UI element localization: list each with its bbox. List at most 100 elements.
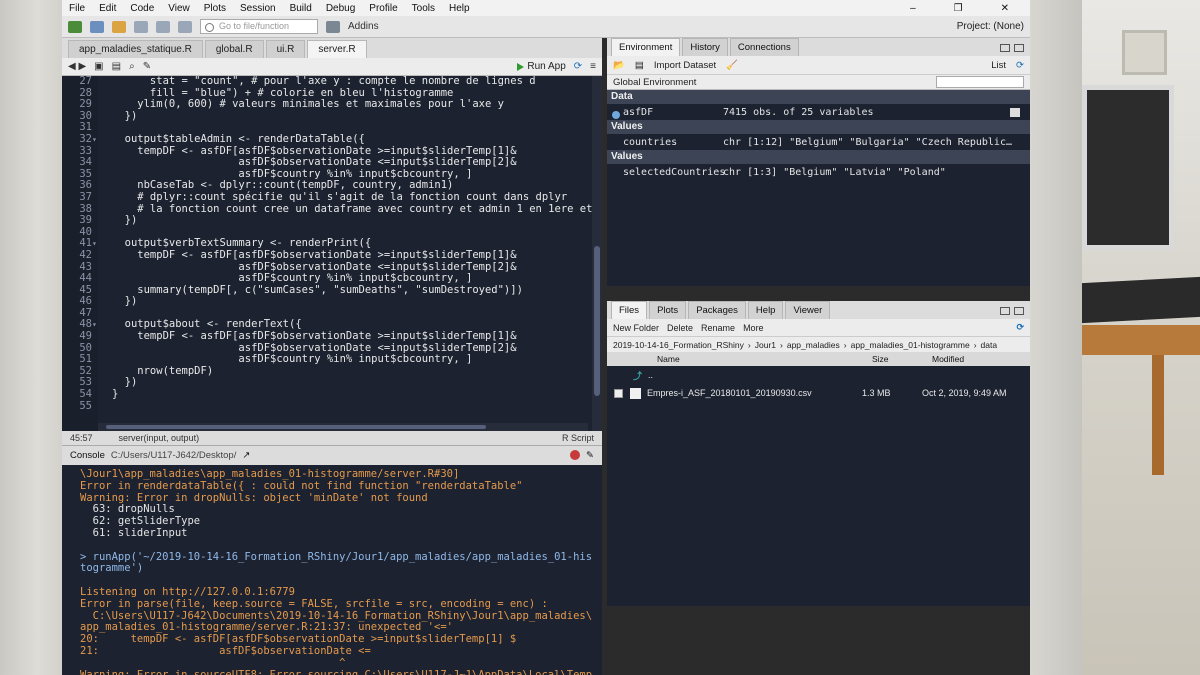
show-in-window-icon[interactable]: ▣ — [94, 61, 103, 72]
source-tab[interactable]: app_maladies_statique.R — [68, 40, 203, 58]
tab-history[interactable]: History — [682, 38, 728, 56]
menu-session[interactable]: Session — [233, 3, 283, 14]
code-line: 45 summary(tempDF[, c("sumCases", "sumDe… — [62, 284, 602, 297]
tab-packages[interactable]: Packages — [688, 301, 746, 319]
code-line: 53 }) — [62, 377, 602, 389]
back-icon[interactable]: ◀ ▶ — [68, 61, 86, 72]
modified-column-header[interactable]: Modified — [932, 354, 1030, 364]
left-column: app_maladies_statique.R global.R ui.R serve… — [62, 38, 602, 675]
function-scope[interactable]: server(input, output) — [119, 433, 200, 443]
save-workspace-icon[interactable]: ▤ — [635, 60, 644, 71]
menu-edit[interactable]: Edit — [92, 3, 123, 14]
close-button[interactable]: ✕ — [994, 3, 1016, 14]
tab-files[interactable]: Files — [611, 301, 648, 319]
console-tab[interactable]: Console — [70, 450, 105, 461]
breadcrumb-item[interactable]: app_maladies — [787, 340, 840, 350]
menu-build[interactable]: Build — [283, 3, 319, 14]
import-dataset-button[interactable]: Import Dataset — [654, 60, 716, 71]
load-workspace-icon[interactable]: 📂 — [613, 60, 625, 71]
environment-toolbar: 📂 ▤ Import Dataset 🧹 List ⟳ — [607, 56, 1030, 74]
parent-label: .. — [648, 370, 654, 380]
project-menu[interactable]: Project: (None) — [957, 21, 1024, 32]
menu-view[interactable]: View — [161, 3, 197, 14]
print-icon[interactable] — [178, 20, 192, 33]
breadcrumb-item[interactable]: Jour1 — [755, 340, 776, 350]
size-column-header[interactable]: Size — [872, 354, 932, 364]
refresh-files-icon[interactable]: ⟳ — [1016, 322, 1024, 333]
grid-layout-icon[interactable] — [326, 20, 340, 33]
tab-help[interactable]: Help — [747, 301, 784, 319]
breadcrumb-item[interactable]: app_maladies_01-histogramme — [851, 340, 970, 350]
tab-viewer[interactable]: Viewer — [785, 301, 831, 319]
save-all-icon[interactable] — [156, 20, 170, 33]
rename-button[interactable]: Rename — [701, 323, 735, 333]
new-project-icon[interactable] — [90, 20, 104, 33]
maximize-button[interactable]: ❐ — [947, 3, 970, 14]
addins-menu[interactable]: Addins — [348, 21, 379, 32]
code-text: # dplyr::count spécifie qu'il s'agit de … — [112, 190, 568, 203]
values-section-header-2: Values — [607, 150, 1030, 164]
console-output[interactable]: \Jour1\app_maladies\app_maladies_01-hist… — [62, 465, 602, 675]
tab-environment[interactable]: Environment — [611, 38, 681, 56]
console-line: > runApp('~/2019-10-14-16_Formation_RShi… — [80, 550, 593, 563]
code-tools-icon[interactable]: ✎ — [143, 61, 151, 72]
scope-dropdown[interactable]: Global Environment — [613, 77, 696, 88]
clear-console-icon[interactable]: ✎ — [586, 450, 594, 461]
fold-arrow-icon[interactable]: ▾ — [92, 134, 97, 146]
code-line: 29 ylim(0, 600) # valeurs minimales et m… — [62, 99, 602, 111]
menu-profile[interactable]: Profile — [362, 3, 404, 14]
environment-row[interactable]: selectedCountries chr [1:3] "Belgium" "La… — [607, 164, 1030, 180]
source-tab[interactable]: server.R — [307, 40, 367, 58]
menu-code[interactable]: Code — [123, 3, 161, 14]
goto-file-input[interactable]: Go to file/function — [200, 19, 318, 34]
goto-wd-icon[interactable]: ↗ — [242, 450, 250, 461]
fold-arrow-icon[interactable]: ▾ — [92, 319, 97, 331]
stop-icon[interactable] — [570, 450, 581, 460]
editor-vertical-scrollbar[interactable] — [592, 76, 602, 431]
more-menu[interactable]: More — [743, 323, 764, 333]
name-column-header[interactable]: Name — [657, 354, 872, 364]
environment-row[interactable]: countries chr [1:12] "Belgium" "Bulgaria"… — [607, 134, 1030, 150]
file-row[interactable]: Empres-i_ASF_20180101_20190930.csv 1.3 MB… — [607, 384, 1030, 402]
view-mode-menu[interactable]: List — [991, 60, 1006, 71]
file-type-menu[interactable]: R Script — [562, 433, 594, 443]
maximize-files-icon[interactable] — [1014, 307, 1024, 315]
new-file-icon[interactable] — [68, 20, 82, 33]
file-checkbox[interactable] — [614, 388, 623, 398]
minimize-pane-icon[interactable] — [1000, 44, 1010, 52]
menu-plots[interactable]: Plots — [197, 3, 233, 14]
menu-debug[interactable]: Debug — [319, 3, 362, 14]
run-app-button[interactable]: Run App — [517, 61, 566, 72]
save-source-icon[interactable]: ▤ — [112, 61, 121, 72]
menu-file[interactable]: File — [62, 3, 92, 14]
code-editor[interactable]: 27 stat = "count", # pour l'axe y : comp… — [62, 76, 602, 431]
menu-help[interactable]: Help — [442, 3, 477, 14]
delete-button[interactable]: Delete — [667, 323, 693, 333]
source-tab[interactable]: ui.R — [265, 40, 306, 58]
view-data-icon[interactable] — [1010, 107, 1020, 117]
open-file-icon[interactable] — [112, 20, 126, 33]
minimize-button[interactable]: – — [903, 3, 923, 14]
environment-row[interactable]: asfDF 7415 obs. of 25 variables — [607, 104, 1030, 120]
tab-connections[interactable]: Connections — [729, 38, 799, 56]
publish-icon[interactable]: ⟳ — [574, 61, 582, 72]
menu-tools[interactable]: Tools — [405, 3, 442, 14]
file-name[interactable]: Empres-i_ASF_20180101_20190930.csv — [647, 388, 862, 398]
editor-horizontal-scrollbar[interactable] — [98, 423, 588, 431]
breadcrumb-item[interactable]: 2019-10-14-16_Formation_RShiny — [613, 340, 744, 350]
save-icon[interactable] — [134, 20, 148, 33]
breadcrumb-item[interactable]: data — [981, 340, 998, 350]
environment-search-input[interactable] — [936, 76, 1024, 88]
new-folder-button[interactable]: New Folder — [613, 323, 659, 333]
clear-objects-icon[interactable]: 🧹 — [726, 60, 738, 71]
source-tab[interactable]: global.R — [204, 40, 264, 58]
fold-arrow-icon[interactable]: ▾ — [92, 238, 97, 250]
expand-icon[interactable] — [612, 110, 620, 119]
minimize-files-icon[interactable] — [1000, 307, 1010, 315]
parent-directory-row[interactable]: ⤴ .. — [607, 366, 1030, 384]
find-replace-icon[interactable]: ⌕ — [129, 61, 135, 72]
tab-plots[interactable]: Plots — [649, 301, 687, 319]
refresh-environment-icon[interactable]: ⟳ — [1016, 60, 1024, 71]
source-outline-icon[interactable]: ≡ — [590, 61, 596, 72]
maximize-pane-icon[interactable] — [1014, 44, 1024, 52]
